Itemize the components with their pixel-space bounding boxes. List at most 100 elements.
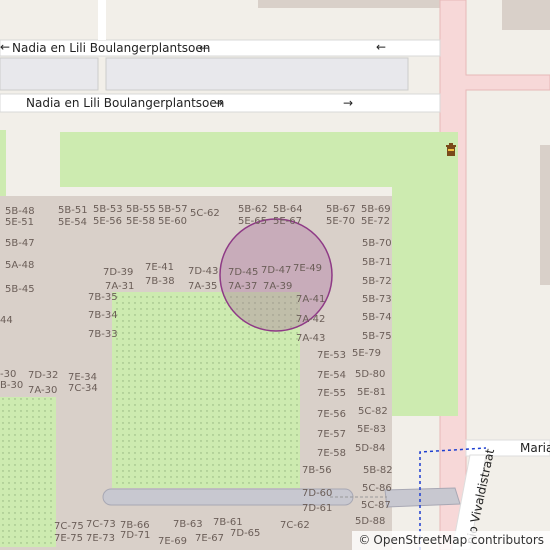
address-label: 5B-55 [126, 204, 156, 215]
address-label: 5B-67 [326, 204, 356, 215]
address-label: 7E-57 [317, 429, 346, 440]
address-label: 5B-64 [273, 204, 303, 215]
address-label: B-30 [0, 380, 23, 391]
address-label: 7B-33 [88, 329, 118, 340]
address-label: 7E-34 [68, 372, 97, 383]
address-label: 5E-72 [361, 216, 390, 227]
address-label: 7D-47 [261, 265, 291, 276]
street-arrow-top-left: ← [0, 40, 10, 54]
street-left-vert [98, 0, 106, 40]
address-label: 7B-34 [88, 310, 118, 321]
building-top [258, 0, 440, 8]
address-label: 5E-60 [158, 216, 187, 227]
address-label: 7E-41 [145, 262, 174, 273]
courtyard-grass-left [0, 397, 56, 547]
address-label: 5B-62 [238, 204, 268, 215]
address-label: 5B-82 [363, 465, 393, 476]
attribution-link[interactable]: OpenStreetMap contributors [373, 533, 544, 547]
address-label: 5E-83 [357, 424, 386, 435]
address-label: 5E-56 [93, 216, 122, 227]
address-label: 7E-54 [317, 370, 346, 381]
address-label: 7A-37 [228, 281, 257, 292]
address-label: 5C-86 [362, 483, 392, 494]
address-label: 5B-69 [361, 204, 391, 215]
address-label: 7A-30 [28, 385, 57, 396]
address-label: 7C-34 [68, 383, 98, 394]
address-label: 5B-74 [362, 312, 392, 323]
address-label: -30 [0, 369, 16, 380]
street-arrow-bottom-inline: → [213, 96, 223, 110]
address-label: 7A-31 [105, 281, 134, 292]
address-label: 5B-57 [158, 204, 188, 215]
address-label: 7D-32 [28, 370, 58, 381]
address-label: 7B-61 [213, 517, 243, 528]
address-label: 5E-79 [352, 348, 381, 359]
street-arrow-bottom-right: → [343, 96, 353, 110]
address-label: 5B-71 [362, 257, 392, 268]
grass-left-strip [0, 130, 6, 200]
address-label: 7D-65 [230, 528, 260, 539]
address-label: 5D-88 [355, 516, 385, 527]
address-label: 7E-53 [317, 350, 346, 361]
address-label: 5B-72 [362, 276, 392, 287]
address-label: 7A-35 [188, 281, 217, 292]
address-label: 5D-84 [355, 443, 385, 454]
grass-right-strip [392, 132, 458, 416]
address-label: 7D-39 [103, 267, 133, 278]
address-label: 7C-73 [86, 519, 116, 530]
address-label: 7A-39 [263, 281, 292, 292]
street-arrow-top-inline: ← [199, 41, 209, 55]
address-label: 7E-56 [317, 409, 346, 420]
attribution: © OpenStreetMap contributors [352, 531, 550, 550]
address-label: 5B-48 [5, 206, 35, 217]
address-label: 5D-80 [355, 369, 385, 380]
address-label: 7D-60 [302, 488, 332, 499]
address-label: 7E-49 [293, 263, 322, 274]
address-label: 5B-75 [362, 331, 392, 342]
address-label: 5B-70 [362, 238, 392, 249]
address-label: 7E-55 [317, 388, 346, 399]
footway-strip-1 [0, 57, 99, 91]
address-label: 7E-67 [195, 533, 224, 544]
address-label: 7D-61 [302, 503, 332, 514]
address-label: 7E-69 [158, 536, 187, 547]
address-label: 7C-62 [280, 520, 310, 531]
street-label-right: Maria [520, 441, 550, 455]
address-label: 5C-82 [358, 406, 388, 417]
address-label: 5A-48 [5, 260, 34, 271]
address-label: 5B-51 [58, 205, 88, 216]
address-label: 7B-38 [145, 276, 175, 287]
address-label: 5E-65 [238, 216, 267, 227]
building-top-right [502, 0, 550, 30]
footway-strip-2 [105, 57, 409, 91]
address-label: 5B-53 [93, 204, 123, 215]
footway-bottom-right [384, 487, 461, 508]
address-label: 5B-45 [5, 284, 35, 295]
address-label: 5B-47 [5, 238, 35, 249]
map-canvas[interactable]: Nadia en Lili Boulangerplantsoen ← ← ← N… [0, 0, 550, 550]
address-label: 7C-75 [54, 521, 84, 532]
address-label: 7A-42 [296, 314, 325, 325]
address-label: 5E-51 [5, 217, 34, 228]
street-label-top: Nadia en Lili Boulangerplantsoen [12, 41, 210, 55]
address-label: 7E-75 [54, 533, 83, 544]
address-label: 5C-87 [361, 500, 391, 511]
address-label: 7A-43 [296, 333, 325, 344]
address-label: 5E-67 [273, 216, 302, 227]
address-label: 7B-63 [173, 519, 203, 530]
address-label: 44 [0, 315, 13, 326]
address-label: 7E-73 [86, 533, 115, 544]
address-label: 5B-73 [362, 294, 392, 305]
building-right-inner [540, 145, 550, 285]
address-label: 5E-58 [126, 216, 155, 227]
address-label: 5C-62 [190, 208, 220, 219]
address-label: 5E-54 [58, 217, 87, 228]
copyright-symbol: © [358, 533, 371, 547]
address-label: 5E-70 [326, 216, 355, 227]
street-arrow-top-right: ← [376, 40, 386, 54]
address-label: 5E-81 [357, 387, 386, 398]
address-label: 7A-41 [296, 294, 325, 305]
address-label: 7B-35 [88, 292, 118, 303]
address-label: 7B-56 [302, 465, 332, 476]
street-label-bottom: Nadia en Lili Boulangerplantsoen [26, 96, 224, 110]
